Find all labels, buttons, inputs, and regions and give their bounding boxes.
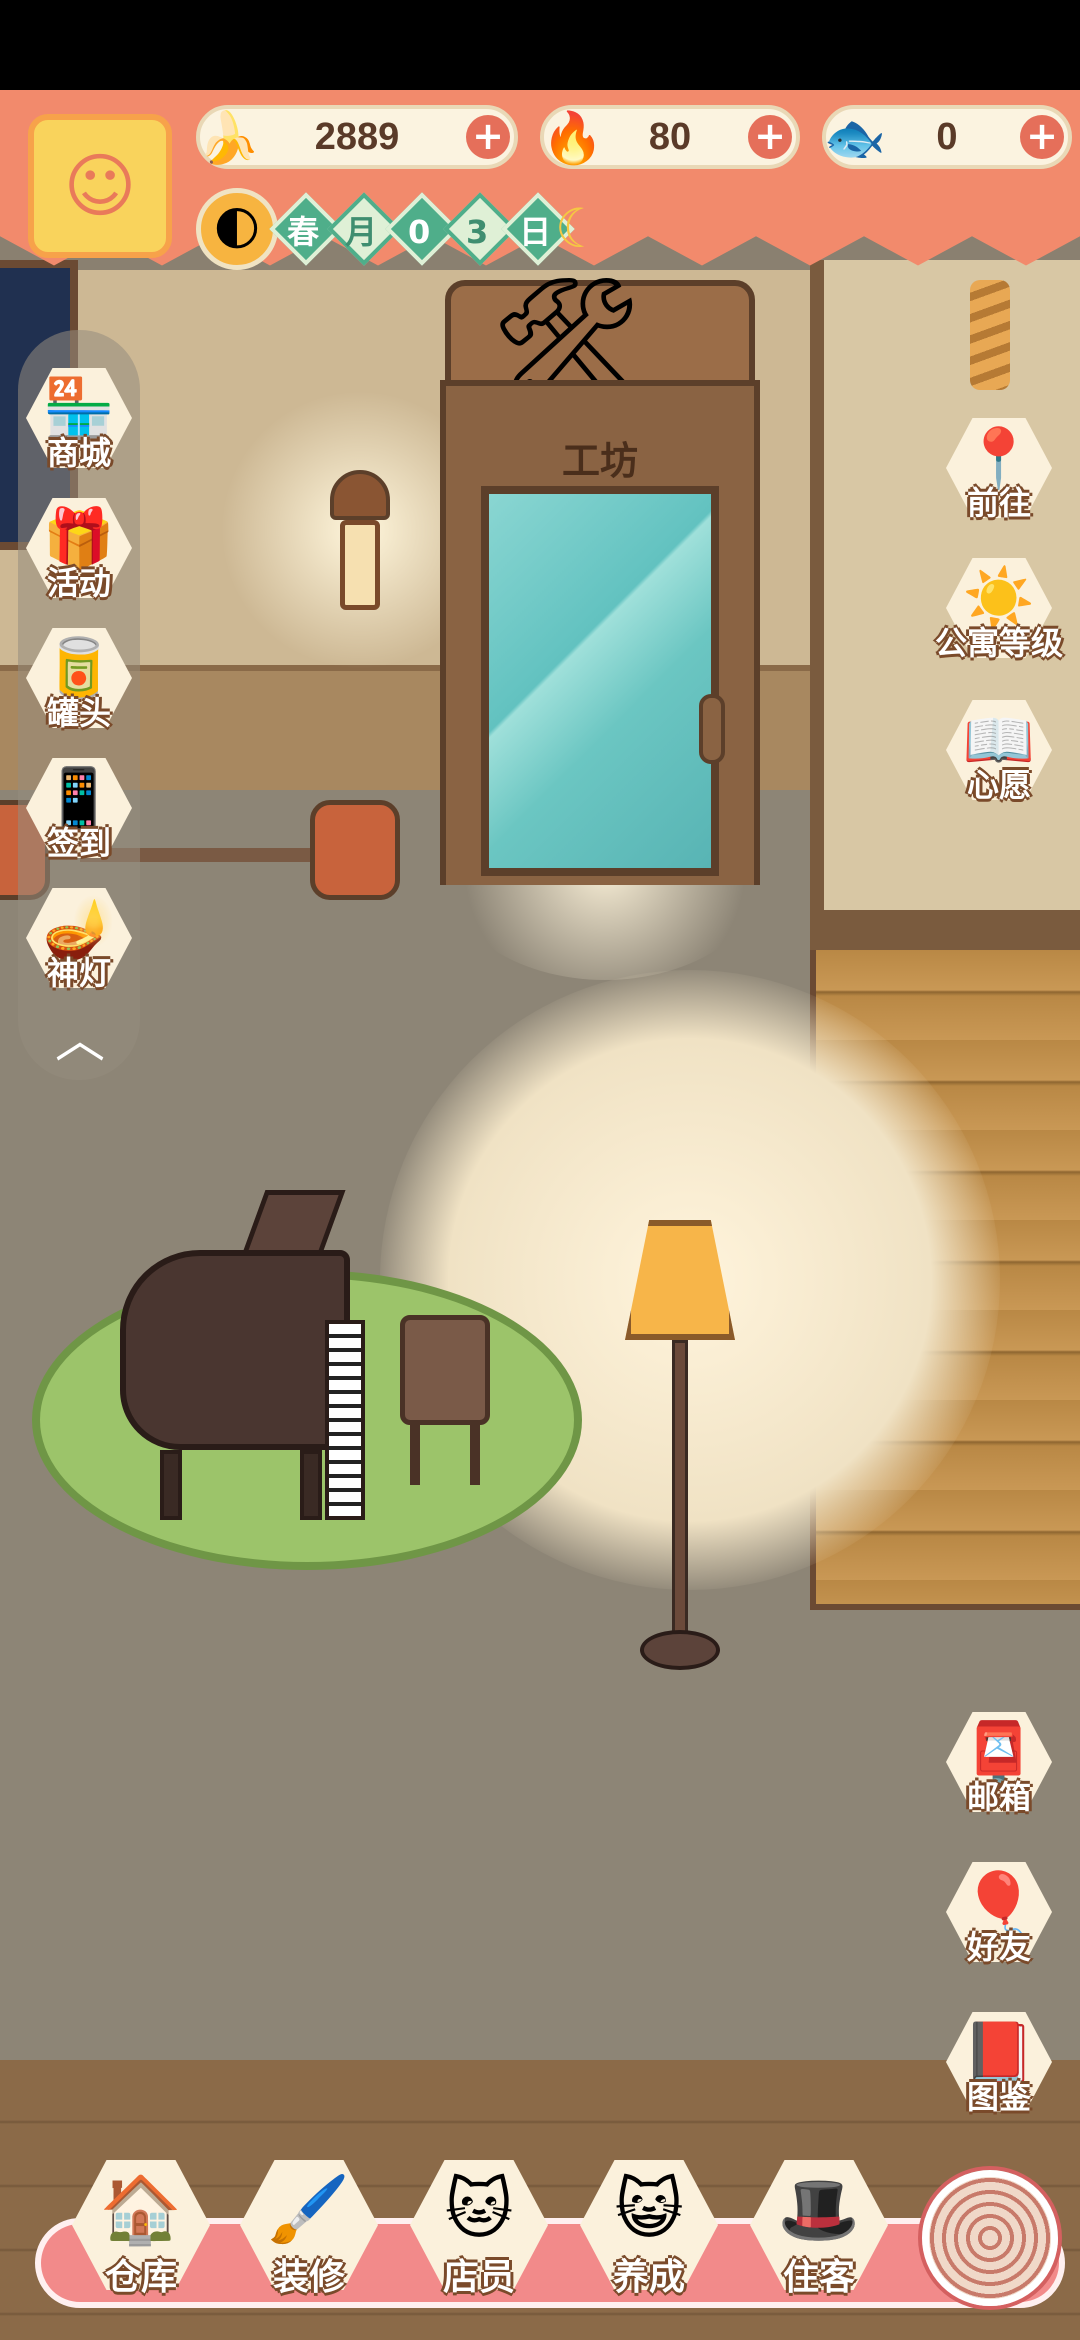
raise-label: 养成 (612, 2257, 685, 2298)
day-night-icon[interactable]: 🌓 (196, 188, 278, 270)
cans-label: 罐头 (46, 694, 111, 732)
magic-lamp-label: 神灯 (46, 954, 111, 992)
workshop-sign-label: 工坊 (561, 439, 638, 483)
checkin-button[interactable]: 📱 签到 (20, 758, 138, 870)
raise-button[interactable]: 😺 养成 (580, 2160, 718, 2310)
workshop-door[interactable]: 工坊 (440, 380, 760, 885)
shop-label: 商城 (46, 434, 111, 472)
warehouse-button[interactable]: 🏠 仓库 (72, 2160, 210, 2310)
friends-button[interactable]: 🎈 好友 (940, 1862, 1058, 1974)
moon-icon[interactable]: ☾ (546, 196, 612, 262)
wish-button[interactable]: 📖 心愿 (940, 700, 1058, 812)
door-handle (699, 694, 725, 764)
apartment-level-label: 公寓等级 (934, 624, 1063, 662)
flame-currency: 🔥 80 + (540, 105, 800, 169)
decorate-button[interactable]: 🖌️ 装修 (240, 2160, 378, 2310)
hanging-rope (970, 280, 1010, 390)
chair[interactable] (400, 1315, 490, 1485)
apartment-level-button[interactable]: ☀️ 公寓等级 (935, 558, 1063, 670)
banana-count: 2889 (314, 116, 400, 158)
paint-brush-icon: 🖌️ (267, 2171, 351, 2248)
goto-button[interactable]: 📍 前往 (940, 418, 1058, 530)
banana-currency: 🍌 2889 + (196, 105, 518, 169)
collapse-menu-button[interactable]: ︿ (30, 1005, 130, 1075)
flame-icon: 🔥 (541, 109, 605, 167)
player-avatar[interactable]: ☺ (28, 114, 172, 258)
cat-staff-icon: 🐱 (444, 2171, 514, 2248)
blue-count: 0 (936, 116, 958, 158)
collection-label: 图鉴 (966, 2078, 1031, 2116)
blue-currency: 🐟 0 + (822, 105, 1072, 169)
status-bar (0, 0, 1080, 90)
yarn-ball-button[interactable] (922, 2170, 1058, 2306)
mailbox-button[interactable]: 📮 邮箱 (940, 1712, 1058, 1824)
events-button[interactable]: 🎁 活动 (20, 498, 138, 610)
staff-label: 店员 (442, 2257, 515, 2298)
add-flame-button[interactable]: + (748, 115, 792, 159)
hat-icon: 🎩 (777, 2171, 861, 2248)
shop-button[interactable]: 🏪 商城 (20, 368, 138, 480)
warehouse-label: 仓库 (104, 2257, 177, 2298)
floor-lamp[interactable] (620, 1220, 740, 1680)
game-scene[interactable]: 🛠 工坊 (0, 90, 1080, 2340)
add-banana-button[interactable]: + (466, 115, 510, 159)
flame-count: 80 (648, 116, 692, 158)
grand-piano[interactable] (120, 1190, 390, 1520)
goto-label: 前往 (966, 484, 1031, 522)
tenants-label: 住客 (782, 2257, 855, 2298)
door-glass (481, 486, 725, 876)
decorate-label: 装修 (272, 2257, 345, 2298)
wish-label: 心愿 (966, 766, 1031, 804)
collection-button[interactable]: 📕 图鉴 (940, 2012, 1058, 2124)
banana-icon: 🍌 (197, 109, 261, 167)
game-date: 春 月 0 3 日 (269, 192, 575, 266)
cans-button[interactable]: 🥫 罐头 (20, 628, 138, 740)
checkin-label: 签到 (46, 824, 111, 862)
tenants-button[interactable]: 🎩 住客 (750, 2160, 888, 2310)
wall-lamp (320, 440, 400, 660)
barn-icon: 🏠 (99, 2171, 183, 2248)
staff-button[interactable]: 🐱 店员 (410, 2160, 548, 2310)
cat-heart-icon: 😺 (614, 2171, 684, 2248)
add-blue-button[interactable]: + (1020, 115, 1064, 159)
blue-banana-icon: 🐟 (823, 109, 887, 167)
events-label: 活动 (46, 564, 111, 602)
mailbox-label: 邮箱 (966, 1778, 1031, 1816)
magic-lamp-button[interactable]: 🪔 神灯 (20, 888, 138, 1000)
friends-label: 好友 (966, 1928, 1031, 1966)
